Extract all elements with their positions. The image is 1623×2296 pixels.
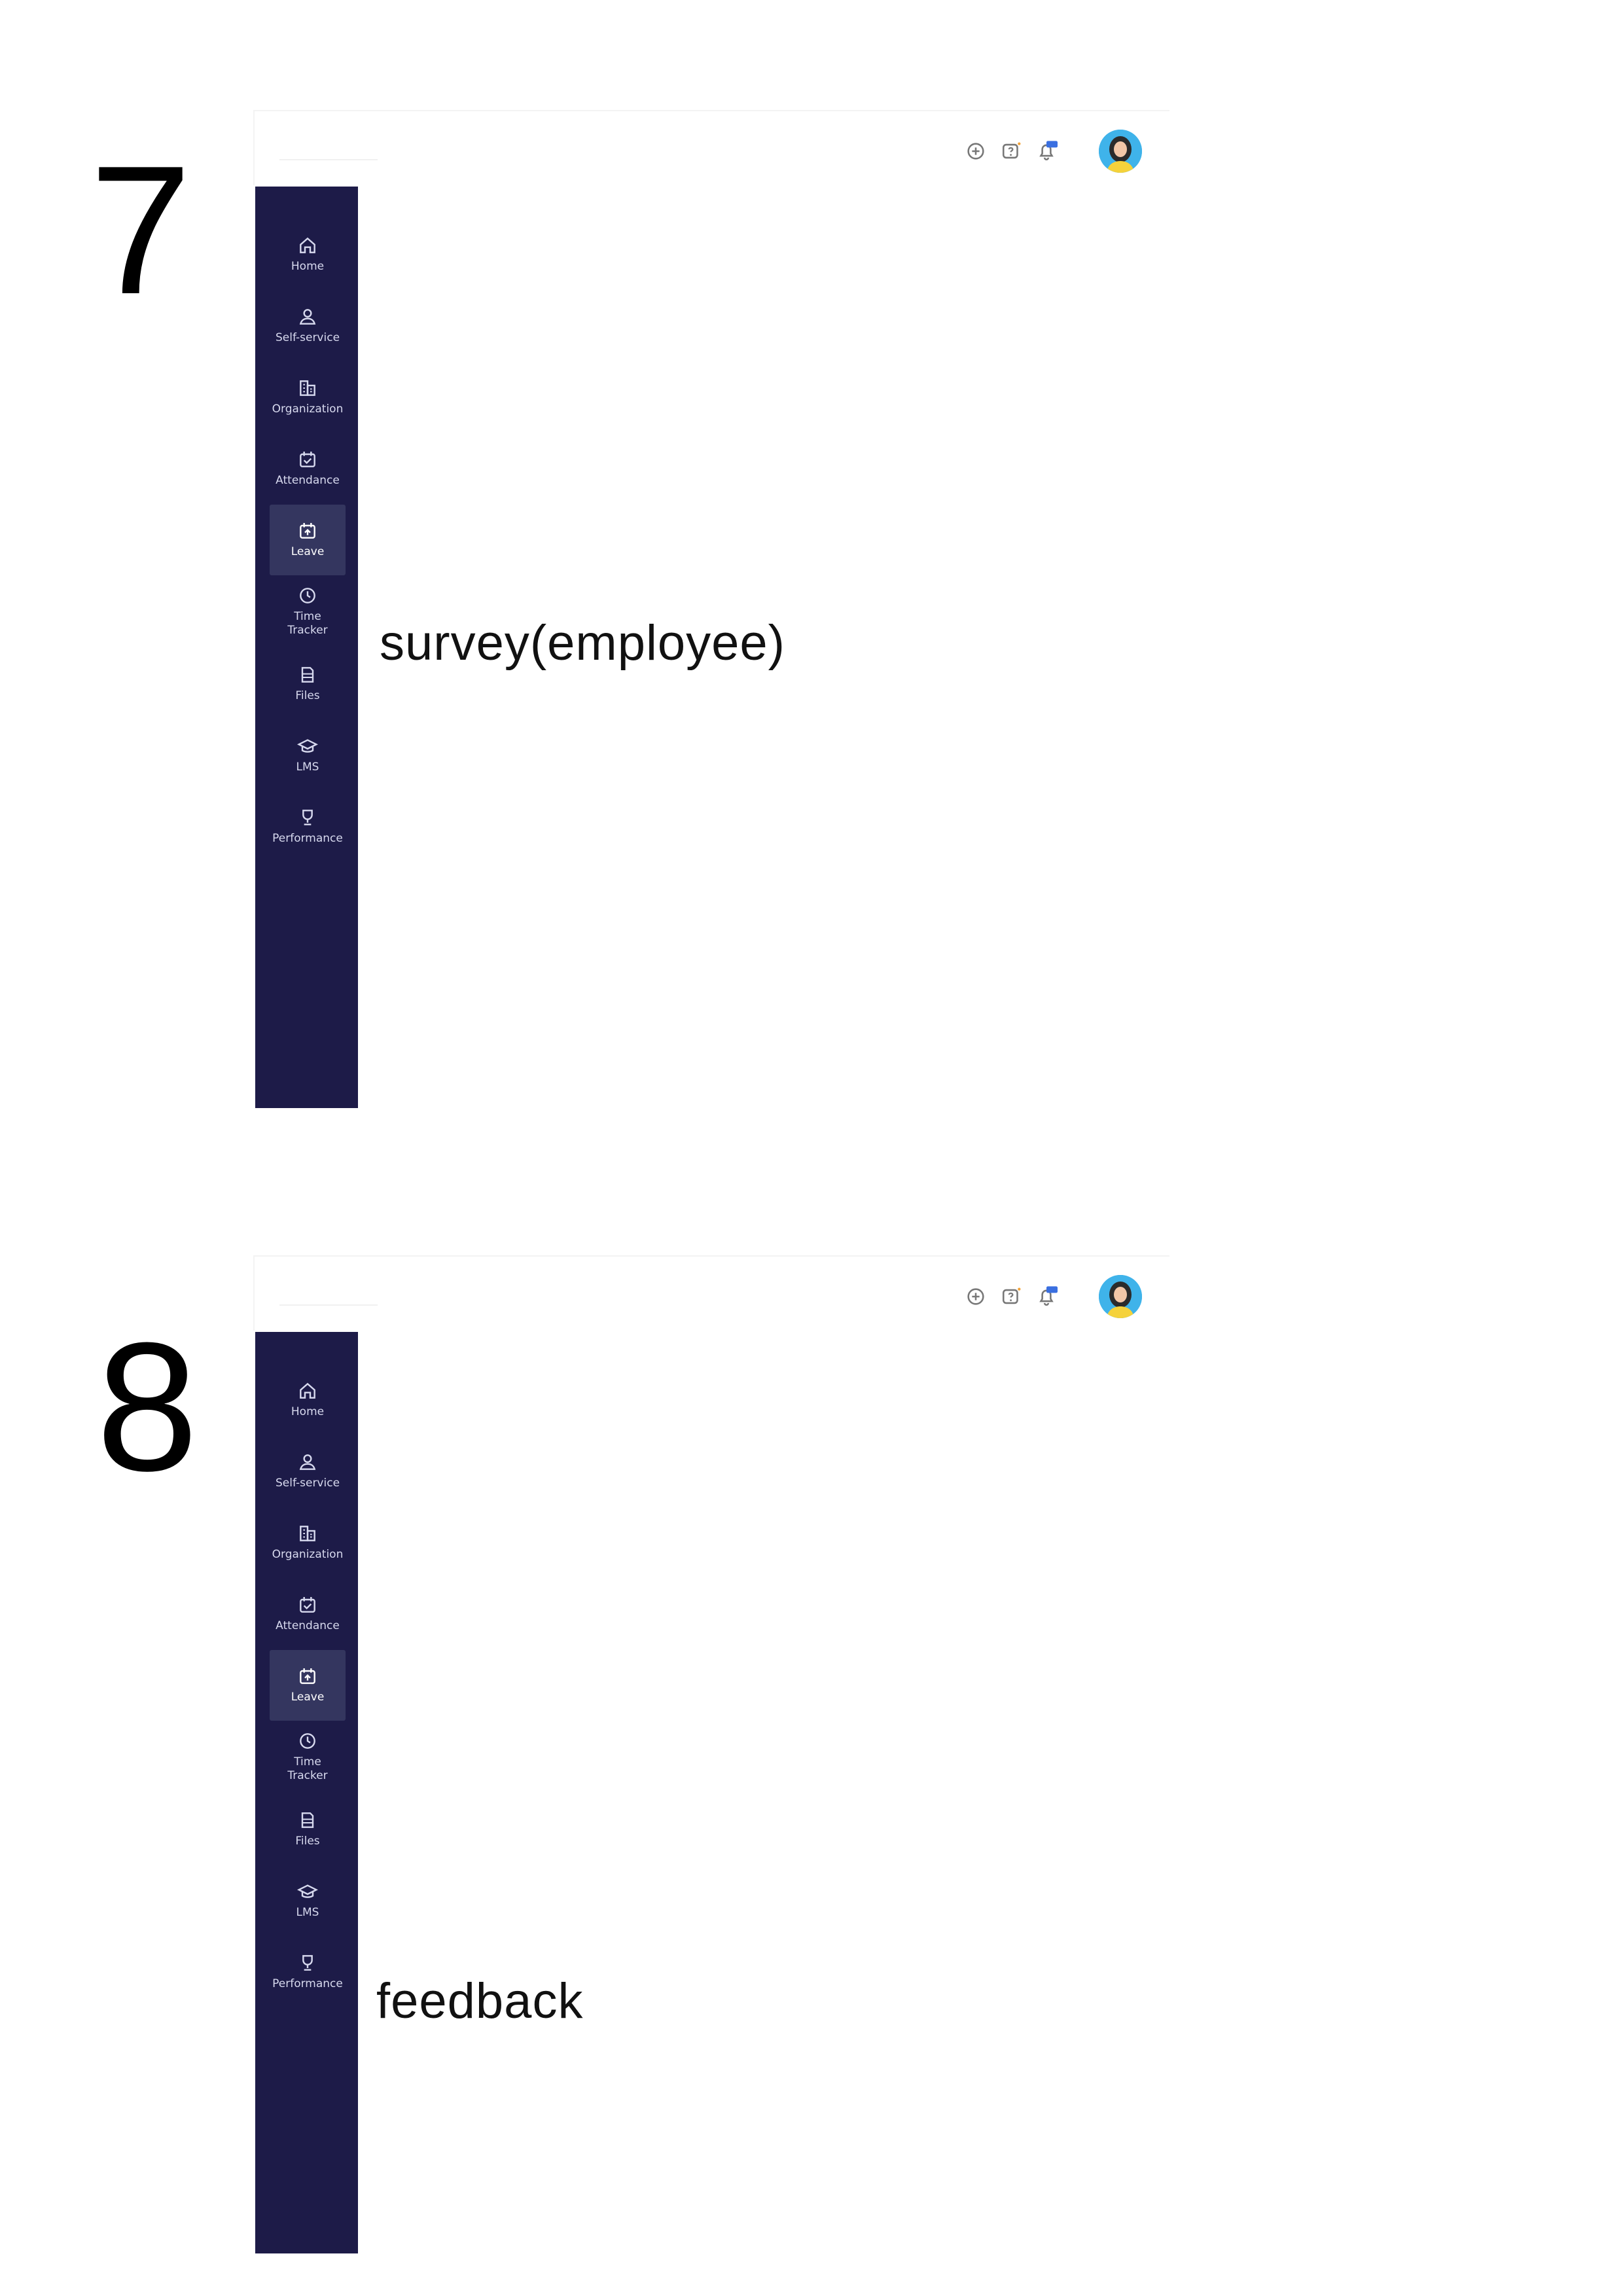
avatar[interactable] [1099, 1275, 1142, 1318]
sidebar-item-label: Home [291, 260, 325, 273]
sidebar: Home Self-service Organization Attendanc… [255, 187, 358, 1108]
clock-icon [297, 1731, 318, 1751]
sidebar-item-time-tracker[interactable]: Time Tracker [270, 569, 346, 640]
calendar-check-icon [297, 1594, 318, 1615]
plus-circle-icon[interactable] [965, 140, 987, 162]
user-icon [297, 1452, 318, 1473]
sidebar-item-label: Performance [272, 832, 343, 845]
sidebar-item-label: LMS [296, 761, 319, 774]
graduation-cap-icon [297, 1881, 318, 1902]
sidebar-item-label: Leave [291, 545, 325, 558]
top-bar [253, 1255, 1169, 1331]
sidebar-item-files[interactable]: Files [270, 1794, 346, 1865]
frame-number-7: 7 [90, 128, 192, 332]
sidebar-item-label: Files [295, 1835, 320, 1848]
topbar-divider [279, 1304, 378, 1306]
sidebar-item-label: Files [295, 689, 320, 702]
frame-caption-7: survey(employee) [380, 615, 785, 671]
sidebar-item-label: Leave [291, 1691, 325, 1704]
calendar-check-icon [297, 449, 318, 470]
home-icon [297, 1380, 318, 1401]
user-icon [297, 306, 318, 327]
building-icon [297, 378, 318, 399]
frame-number-8: 8 [96, 1305, 198, 1509]
graduation-cap-icon [297, 736, 318, 757]
sidebar-item-performance[interactable]: Performance [270, 1937, 346, 2007]
sidebar-item-leave[interactable]: Leave [270, 1650, 346, 1721]
sidebar-item-self-service[interactable]: Self-service [270, 291, 346, 361]
sidebar-item-label: LMS [296, 1906, 319, 1919]
calendar-leave-icon [297, 1666, 318, 1687]
top-bar [253, 110, 1169, 185]
help-chat-icon[interactable] [1001, 1285, 1023, 1308]
sidebar-item-label: Home [291, 1405, 325, 1418]
home-icon [297, 235, 318, 256]
sidebar-item-lms[interactable]: LMS [270, 720, 346, 791]
sidebar-item-home[interactable]: Home [270, 219, 346, 290]
sidebar-item-leave[interactable]: Leave [270, 505, 346, 575]
sidebar-item-attendance[interactable]: Attendance [270, 433, 346, 504]
avatar[interactable] [1099, 130, 1142, 173]
building-icon [297, 1523, 318, 1544]
sidebar-item-self-service[interactable]: Self-service [270, 1436, 346, 1507]
topbar-divider [279, 159, 378, 160]
sidebar-item-label: Performance [272, 1977, 343, 1990]
trophy-icon [297, 807, 318, 828]
trophy-icon [297, 1952, 318, 1973]
sidebar-item-organization[interactable]: Organization [270, 1507, 346, 1578]
sidebar: Home Self-service Organization Attendanc… [255, 1332, 358, 2253]
sidebar-item-label: Organization [272, 1548, 344, 1561]
calendar-leave-icon [297, 520, 318, 541]
sidebar-item-time-tracker[interactable]: Time Tracker [270, 1715, 346, 1785]
app-screenshot-7: Home Self-service Organization Attendanc… [253, 110, 1169, 1108]
files-icon [297, 664, 318, 685]
clock-icon [297, 585, 318, 606]
sidebar-item-label: Attendance [276, 474, 340, 487]
help-chat-icon[interactable] [1001, 140, 1023, 162]
sidebar-item-home[interactable]: Home [270, 1365, 346, 1435]
sidebar-item-label: Attendance [276, 1619, 340, 1632]
sidebar-item-label: Organization [272, 403, 344, 416]
sidebar-item-organization[interactable]: Organization [270, 362, 346, 433]
files-icon [297, 1810, 318, 1831]
plus-circle-icon[interactable] [965, 1285, 987, 1308]
sidebar-item-files[interactable]: Files [270, 649, 346, 719]
app-screenshot-8: Home Self-service Organization Attendanc… [253, 1255, 1169, 2253]
sidebar-item-label: Time Tracker [287, 1755, 328, 1782]
sidebar-item-performance[interactable]: Performance [270, 791, 346, 862]
bell-icon[interactable] [1035, 1285, 1058, 1308]
sidebar-item-lms[interactable]: LMS [270, 1865, 346, 1936]
sidebar-item-label: Self-service [275, 331, 340, 344]
sidebar-item-label: Time Tracker [287, 610, 328, 637]
bell-icon[interactable] [1035, 140, 1058, 162]
frame-caption-8: feedback [376, 1973, 584, 2029]
sidebar-item-label: Self-service [275, 1477, 340, 1490]
sidebar-item-attendance[interactable]: Attendance [270, 1579, 346, 1649]
